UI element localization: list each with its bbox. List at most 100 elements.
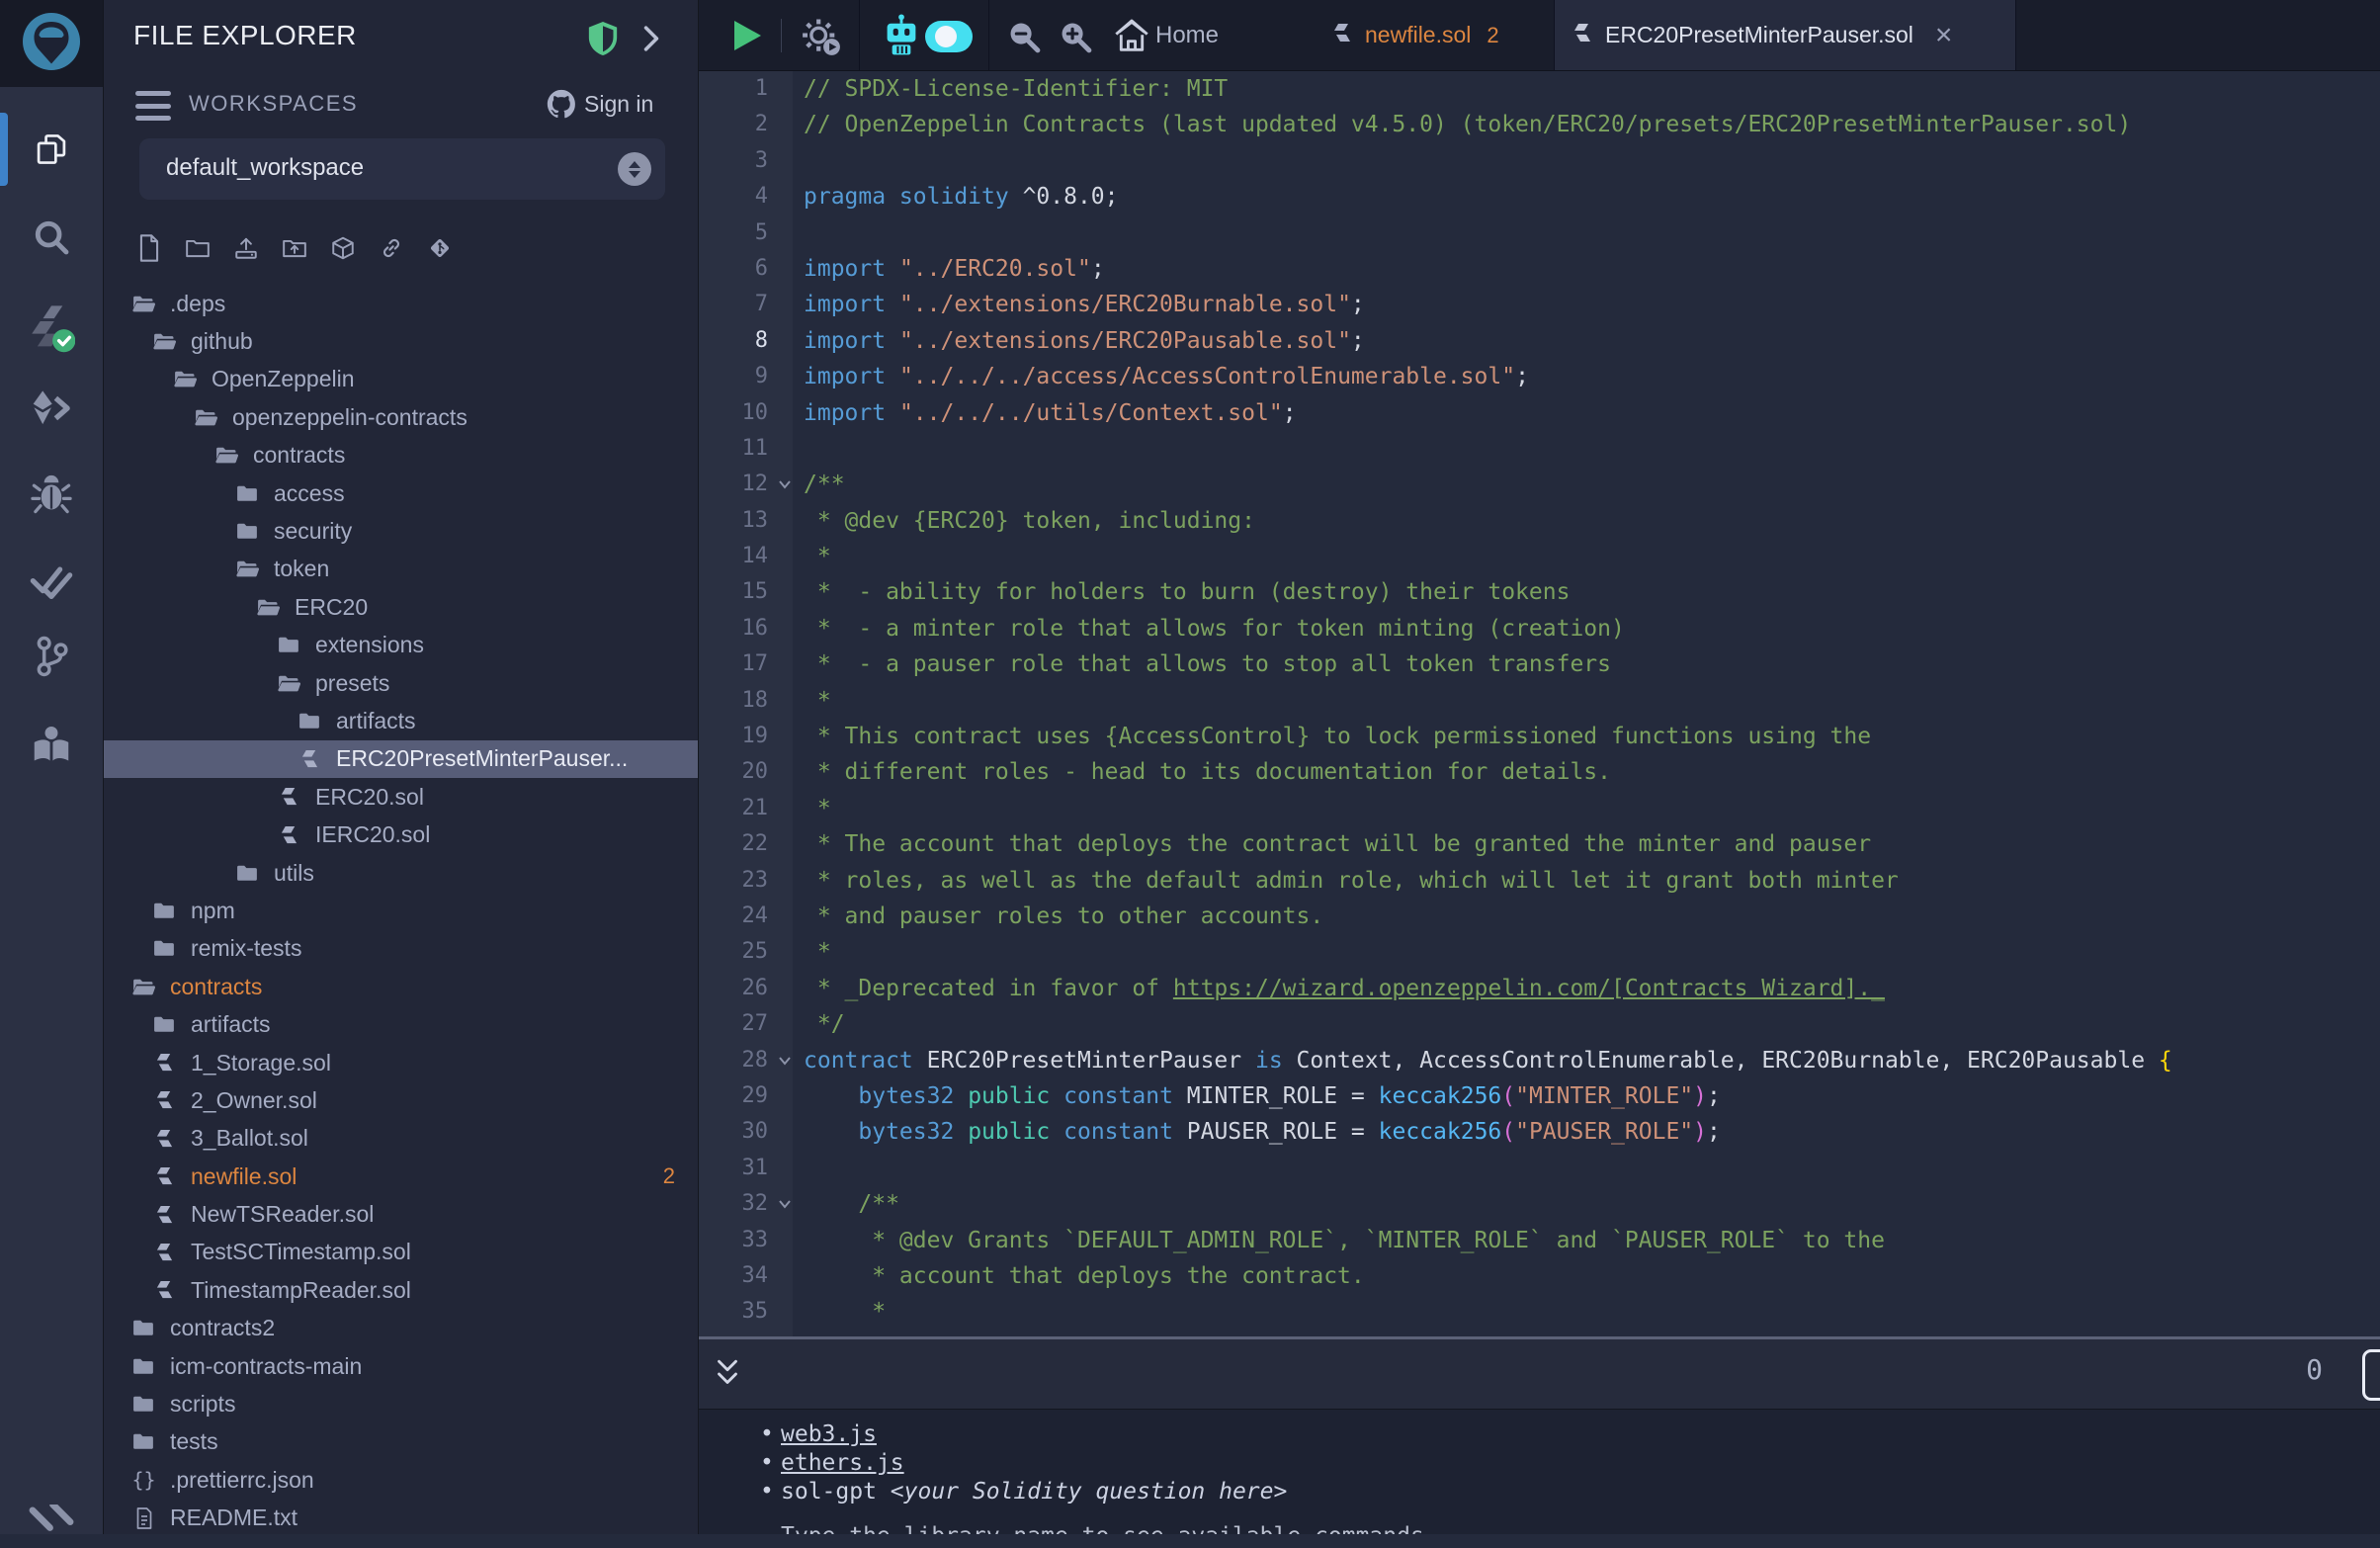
code-line-32[interactable]: 32 /** — [699, 1186, 2380, 1222]
fold-chevron-icon[interactable] — [768, 1043, 802, 1078]
upload-file-icon[interactable] — [233, 233, 259, 263]
tree-item-scripts[interactable]: scripts — [104, 1385, 699, 1422]
panel-expand-chevron-icon[interactable] — [640, 24, 662, 58]
code-line-11[interactable]: 11 — [699, 431, 2380, 467]
settings-icon[interactable] — [0, 1505, 103, 1548]
code-line-21[interactable]: 21 * — [699, 791, 2380, 826]
workspace-caret-icon[interactable] — [618, 152, 651, 186]
tree-item-timestampreader-sol[interactable]: TimestampReader.sol — [104, 1271, 699, 1309]
upload-folder-icon[interactable] — [282, 233, 307, 263]
tree-item-extensions[interactable]: extensions — [104, 627, 699, 664]
terminal-search-box[interactable] — [2362, 1349, 2380, 1401]
code-line-10[interactable]: 10import "../../../utils/Context.sol"; — [699, 395, 2380, 431]
code-line-13[interactable]: 13 * @dev {ERC20} token, including: — [699, 503, 2380, 539]
code-line-8[interactable]: 8import "../extensions/ERC20Pausable.sol… — [699, 323, 2380, 359]
solidity-compiler-icon[interactable] — [0, 302, 103, 354]
code-line-5[interactable]: 5 — [699, 215, 2380, 251]
code-line-22[interactable]: 22 * The account that deploys the contra… — [699, 826, 2380, 862]
tree-item-icm-contracts-main[interactable]: icm-contracts-main — [104, 1347, 699, 1385]
workspaces-menu-icon[interactable] — [135, 91, 171, 121]
tree-item--prettierrc-json[interactable]: {}.prettierrc.json — [104, 1461, 699, 1499]
search-icon[interactable] — [0, 217, 103, 257]
code-line-2[interactable]: 2// OpenZeppelin Contracts (last updated… — [699, 107, 2380, 142]
home-tab-label[interactable]: Home — [1155, 0, 1219, 71]
code-line-26[interactable]: 26 * _Deprecated in favor of https://wiz… — [699, 971, 2380, 1006]
terminal-link[interactable]: web3.js — [781, 1421, 877, 1447]
terminal-link[interactable]: ethers.js — [781, 1450, 904, 1476]
code-line-25[interactable]: 25 * — [699, 934, 2380, 970]
new-file-icon[interactable] — [136, 233, 162, 263]
code-line-9[interactable]: 9import "../../../access/AccessControlEn… — [699, 359, 2380, 394]
tree-item-erc20-sol[interactable]: ERC20.sol — [104, 778, 699, 816]
zoom-in-icon[interactable] — [1057, 18, 1094, 60]
debugger-bug-icon[interactable] — [0, 473, 103, 516]
tree-item-contracts[interactable]: contracts — [104, 437, 699, 474]
code-line-6[interactable]: 6import "../ERC20.sol"; — [699, 251, 2380, 287]
file-explorer-icon[interactable] — [0, 130, 103, 168]
copilot-toggle-on[interactable] — [924, 20, 974, 58]
code-line-27[interactable]: 27 */ — [699, 1006, 2380, 1042]
code-line-29[interactable]: 29 bytes32 public constant MINTER_ROLE =… — [699, 1078, 2380, 1114]
code-line-16[interactable]: 16 * - a minter role that allows for tok… — [699, 611, 2380, 646]
learneth-icon[interactable] — [0, 722, 103, 767]
tree-item-artifacts[interactable]: artifacts — [104, 702, 699, 739]
tree-item-ierc20-sol[interactable]: IERC20.sol — [104, 816, 699, 853]
tree-item-contracts2[interactable]: contracts2 — [104, 1310, 699, 1347]
sign-in-button[interactable]: Sign in — [584, 91, 653, 118]
code-line-4[interactable]: 4pragma solidity ^0.8.0; — [699, 179, 2380, 215]
tree-item-3-ballot-sol[interactable]: 3_Ballot.sol — [104, 1120, 699, 1158]
tree-item-erc20[interactable]: ERC20 — [104, 588, 699, 626]
ai-robot-icon[interactable] — [880, 13, 923, 63]
unit-testing-icon[interactable] — [0, 561, 103, 603]
tree-item-1-storage-sol[interactable]: 1_Storage.sol — [104, 1044, 699, 1081]
github-icon[interactable] — [545, 87, 578, 126]
code-line-17[interactable]: 17 * - a pauser role that allows to stop… — [699, 646, 2380, 682]
git-init-icon[interactable] — [427, 233, 453, 263]
fold-chevron-icon[interactable] — [768, 1186, 802, 1222]
code-line-18[interactable]: 18 * — [699, 683, 2380, 719]
workspace-template-cube-icon[interactable] — [330, 233, 356, 263]
code-line-20[interactable]: 20 * different roles - head to its docum… — [699, 754, 2380, 790]
tree-item-testsctimestamp-sol[interactable]: TestSCTimestamp.sol — [104, 1234, 699, 1271]
tree-item-readme-txt[interactable]: README.txt — [104, 1500, 699, 1535]
git-branch-icon[interactable] — [0, 633, 103, 680]
fold-chevron-icon[interactable] — [768, 467, 802, 502]
code-line-35[interactable]: 35 * — [699, 1294, 2380, 1330]
tree-item-contracts[interactable]: contracts — [104, 968, 699, 1005]
code-line-1[interactable]: 1// SPDX-License-Identifier: MIT — [699, 71, 2380, 107]
code-line-30[interactable]: 30 bytes32 public constant PAUSER_ROLE =… — [699, 1114, 2380, 1150]
link-icon[interactable] — [379, 233, 404, 263]
tree-item-security[interactable]: security — [104, 512, 699, 550]
tree-item-erc20presetminterpauser-[interactable]: ERC20PresetMinterPauser... — [104, 740, 699, 778]
code-line-28[interactable]: 28contract ERC20PresetMinterPauser is Co… — [699, 1043, 2380, 1078]
workspace-select[interactable]: default_workspace — [139, 138, 665, 200]
terminal-bar[interactable]: 0 — [699, 1339, 2380, 1410]
compile-settings-gear-icon[interactable] — [801, 17, 842, 61]
code-line-24[interactable]: 24 * and pauser roles to other accounts. — [699, 899, 2380, 934]
tree-item-2-owner-sol[interactable]: 2_Owner.sol — [104, 1081, 699, 1119]
tree-item-openzeppelin[interactable]: OpenZeppelin — [104, 361, 699, 398]
tree-item-presets[interactable]: presets — [104, 664, 699, 702]
home-icon[interactable] — [1112, 16, 1151, 60]
new-folder-icon[interactable] — [185, 233, 211, 263]
tree-item-token[interactable]: token — [104, 551, 699, 588]
terminal-collapse-icon[interactable] — [711, 1355, 744, 1398]
tab-erc20presetminterpauser-sol[interactable]: ERC20PresetMinterPauser.sol × — [1554, 0, 2016, 70]
tree-item-tests[interactable]: tests — [104, 1423, 699, 1461]
code-line-3[interactable]: 3 — [699, 143, 2380, 179]
deploy-and-run-icon[interactable] — [0, 387, 103, 429]
tab-close-icon[interactable]: × — [1935, 21, 1953, 50]
code-line-7[interactable]: 7import "../extensions/ERC20Burnable.sol… — [699, 287, 2380, 322]
remix-logo[interactable] — [0, 0, 103, 87]
tree-item-newtsreader-sol[interactable]: NewTSReader.sol — [104, 1195, 699, 1233]
tree-item-openzeppelin-contracts[interactable]: openzeppelin-contracts — [104, 398, 699, 436]
code-line-19[interactable]: 19 * This contract uses {AccessControl} … — [699, 719, 2380, 754]
code-line-33[interactable]: 33 * @dev Grants `DEFAULT_ADMIN_ROLE`, `… — [699, 1223, 2380, 1258]
code-line-14[interactable]: 14 * — [699, 539, 2380, 574]
zoom-out-icon[interactable] — [1005, 18, 1043, 60]
code-line-15[interactable]: 15 * - ability for holders to burn (dest… — [699, 574, 2380, 610]
code-editor[interactable]: 1// SPDX-License-Identifier: MIT2// Open… — [699, 71, 2380, 1336]
code-line-23[interactable]: 23 * roles, as well as the default admin… — [699, 863, 2380, 899]
run-script-play-icon[interactable] — [734, 21, 761, 50]
tree-item-access[interactable]: access — [104, 474, 699, 512]
